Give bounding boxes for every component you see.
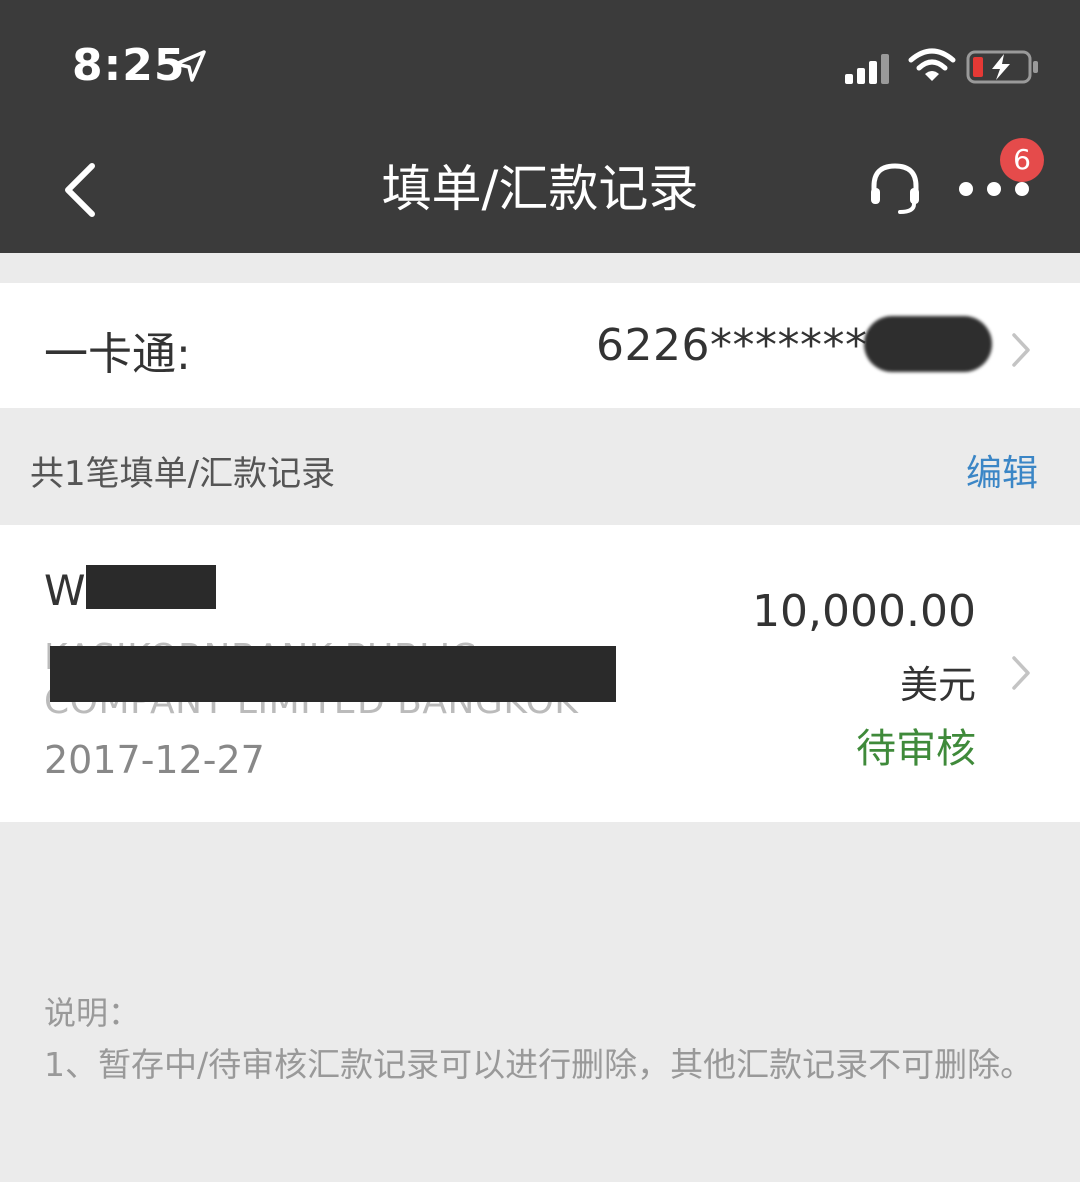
chevron-right-icon bbox=[1012, 656, 1030, 690]
cellular-signal-icon bbox=[845, 54, 889, 84]
card-label: 一卡通: bbox=[44, 329, 191, 380]
status-badge: 待审核 bbox=[856, 726, 976, 772]
notification-badge: 6 bbox=[1000, 138, 1044, 182]
card-number-redaction bbox=[864, 316, 992, 372]
battery-charging-icon bbox=[966, 50, 1038, 84]
record-amount: 10,000.00 bbox=[752, 586, 976, 637]
edit-button[interactable]: 编辑 bbox=[966, 444, 1038, 496]
record-count: 共1笔填单/汇款记录 bbox=[30, 454, 336, 494]
notes-item: 1、暂存中/待审核汇款记录可以进行删除，其他汇款记录不可删除。 bbox=[44, 1045, 1034, 1084]
record-date: 2017-12-27 bbox=[44, 738, 265, 782]
record-currency: 美元 bbox=[899, 663, 976, 707]
payee-bank-redaction bbox=[50, 646, 616, 702]
notes-title: 说明： bbox=[44, 994, 141, 1032]
location-arrow-icon bbox=[174, 50, 206, 82]
card-number: 6226******** bbox=[596, 320, 890, 371]
wifi-icon bbox=[908, 48, 956, 81]
status-time: 8:25 bbox=[72, 40, 186, 91]
payee-name-redaction bbox=[86, 565, 216, 609]
payee-name: W bbox=[44, 566, 86, 615]
chevron-right-icon bbox=[1012, 333, 1030, 367]
headset-icon[interactable] bbox=[868, 160, 922, 216]
